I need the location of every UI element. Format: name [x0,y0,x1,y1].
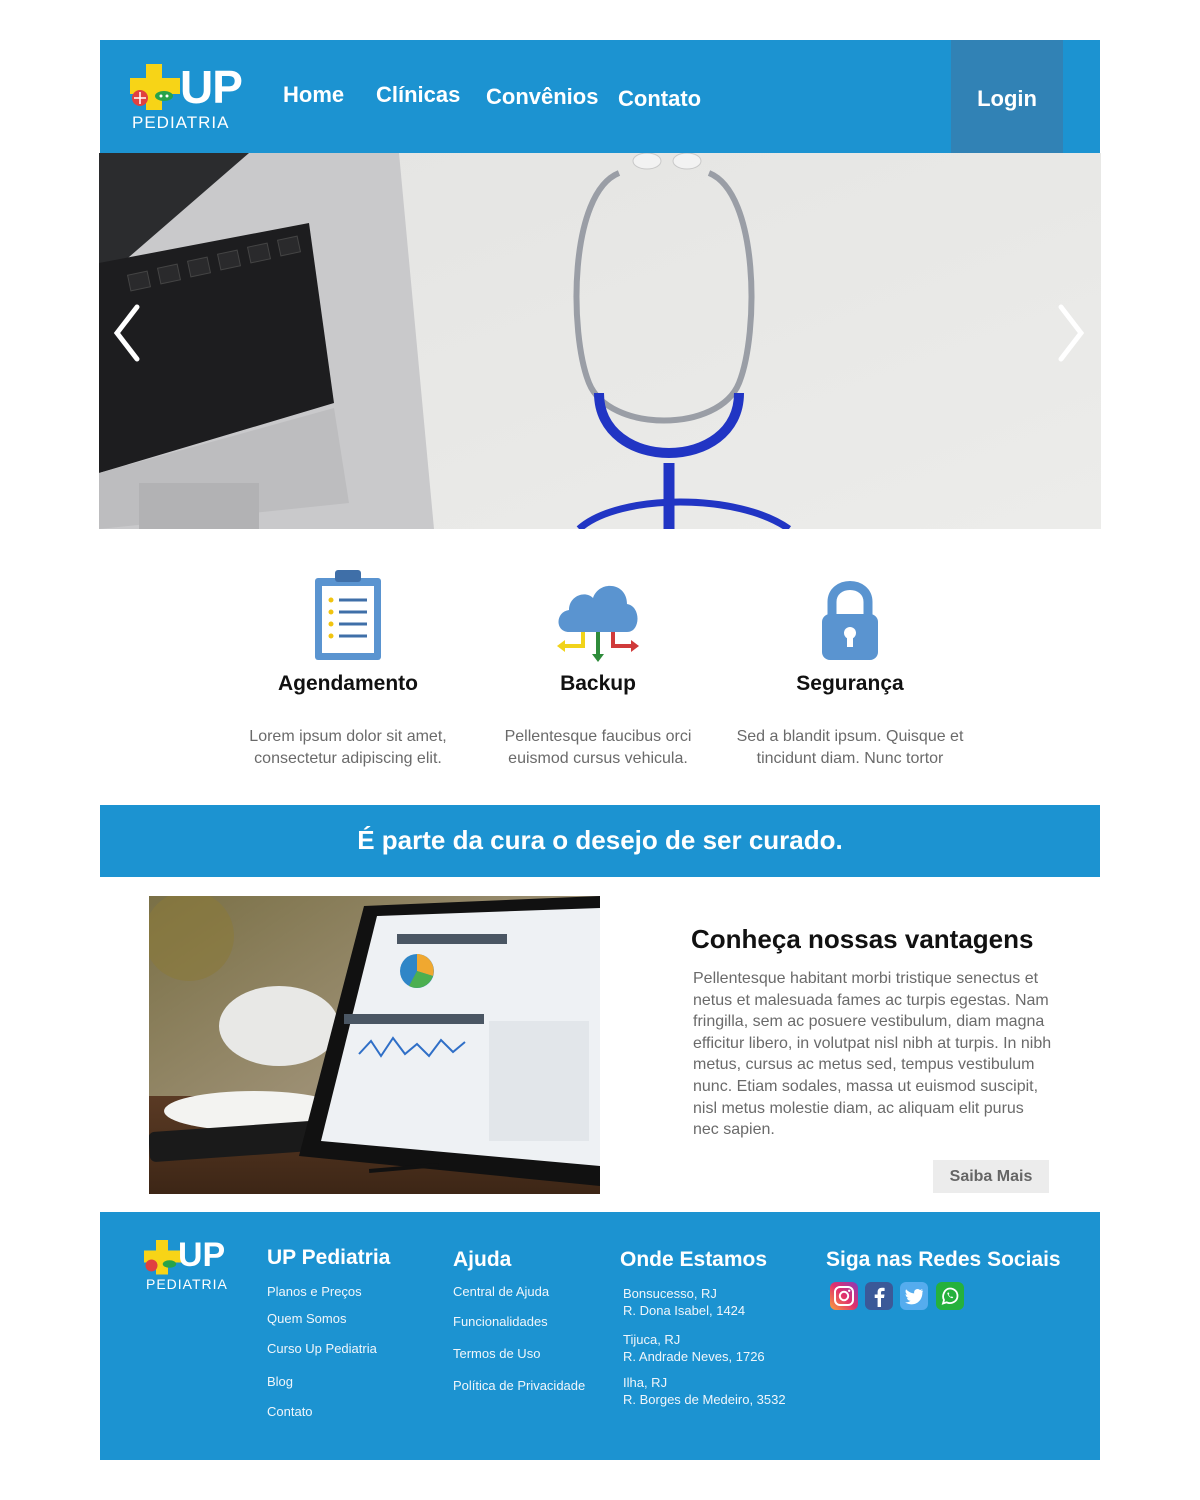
hero-image [99,153,1101,529]
quote-banner: É parte da cura o desejo de ser curado. [100,805,1100,877]
brand-mark: UP [180,61,243,113]
feature-title: Agendamento [277,672,418,695]
instagram-link[interactable] [830,1282,858,1310]
address-bonsucesso: Bonsucesso, RJ R. Dona Isabel, 1424 [623,1286,746,1318]
brand-mark: UP [178,1236,226,1274]
clipboard-icon [315,570,381,660]
header: UP PEDIATRIA Home Clínicas Convênios Con… [100,40,1100,153]
footer-link-curso[interactable]: Curso Up Pediatria [267,1341,377,1356]
footer: UP PEDIATRIA UP Pediatria Planos e Preço… [100,1212,1100,1460]
footer-col-social-title: Siga nas Redes Sociais [826,1248,1061,1271]
feature-icon [720,566,980,662]
feature-title: Backup [560,672,636,695]
brand-logo[interactable]: UP PEDIATRIA [130,61,250,134]
feature-description: Pellentesque faucibus orci euismod cursus… [504,728,692,767]
nav-convenios[interactable]: Convênios [486,84,598,110]
footer-link-funcionalidades[interactable]: Funcionalidades [453,1314,548,1329]
plus-logo-icon [130,64,180,110]
advantages-title: Conheça nossas vantagens [691,924,1034,954]
saiba-mais-button[interactable]: Saiba Mais [933,1160,1049,1193]
padlock-icon [822,581,878,660]
footer-col-onde-estamos-title: Onde Estamos [620,1248,768,1271]
feature-description: Lorem ipsum dolor sit amet, consectetur a… [249,728,447,767]
feature-seguranca: Segurança Sed a blandit ipsum. Quisque e… [720,566,980,770]
whatsapp-link[interactable] [936,1282,964,1310]
feature-backup: Backup Pellentesque faucibus orci euismod… [468,566,728,770]
footer-col-ajuda-title: Ajuda [453,1248,512,1271]
nav-home[interactable]: Home [283,82,344,108]
footer-link-privacidade[interactable]: Política de Privacidade [453,1378,585,1393]
footer-link-quem-somos[interactable]: Quem Somos [267,1311,346,1326]
footer-link-blog[interactable]: Blog [267,1374,293,1389]
nav-clinicas[interactable]: Clínicas [376,82,460,108]
nav-contato[interactable]: Contato [618,86,701,112]
address-tijuca: Tijuca, RJ R. Andrade Neves, 1726 [623,1332,765,1364]
facebook-icon [874,1287,885,1307]
feature-icon [468,566,728,662]
feature-title: Segurança [796,672,904,695]
feature-icon [218,566,478,662]
tablet-photo [149,896,600,1194]
twitter-link[interactable] [900,1282,928,1310]
footer-logo[interactable]: UP PEDIATRIA [144,1236,244,1300]
footer-link-planos[interactable]: Planos e Preços [267,1284,362,1299]
footer-link-contato[interactable]: Contato [267,1404,313,1419]
footer-link-termos[interactable]: Termos de Uso [453,1346,540,1361]
carousel-next[interactable] [1057,303,1087,368]
brand-name: PEDIATRIA [132,113,230,132]
facebook-link[interactable] [865,1282,893,1310]
twitter-icon [905,1288,923,1305]
whatsapp-icon [941,1287,959,1305]
address-ilha: Ilha, RJ R. Borges de Medeiro, 3532 [623,1375,786,1407]
cloud-icon [557,585,639,662]
advantages-text: Pellentesque habitant morbi tristique se… [693,970,1052,1139]
instagram-icon [834,1286,854,1306]
hero-carousel [99,153,1101,529]
footer-link-central-ajuda[interactable]: Central de Ajuda [453,1284,549,1299]
chevron-left-icon [113,304,140,362]
footer-col-up-pediatria-title: UP Pediatria [267,1246,391,1269]
tablet-image [149,896,600,1194]
carousel-prev[interactable] [111,303,141,368]
feature-description: Sed a blandit ipsum. Quisque et tincidunt… [736,728,964,767]
brand-name: PEDIATRIA [146,1276,228,1292]
feature-agendamento: Agendamento Lorem ipsum dolor sit amet, c… [218,566,478,770]
chevron-right-icon [1058,304,1085,362]
login-button[interactable]: Login [951,40,1063,153]
